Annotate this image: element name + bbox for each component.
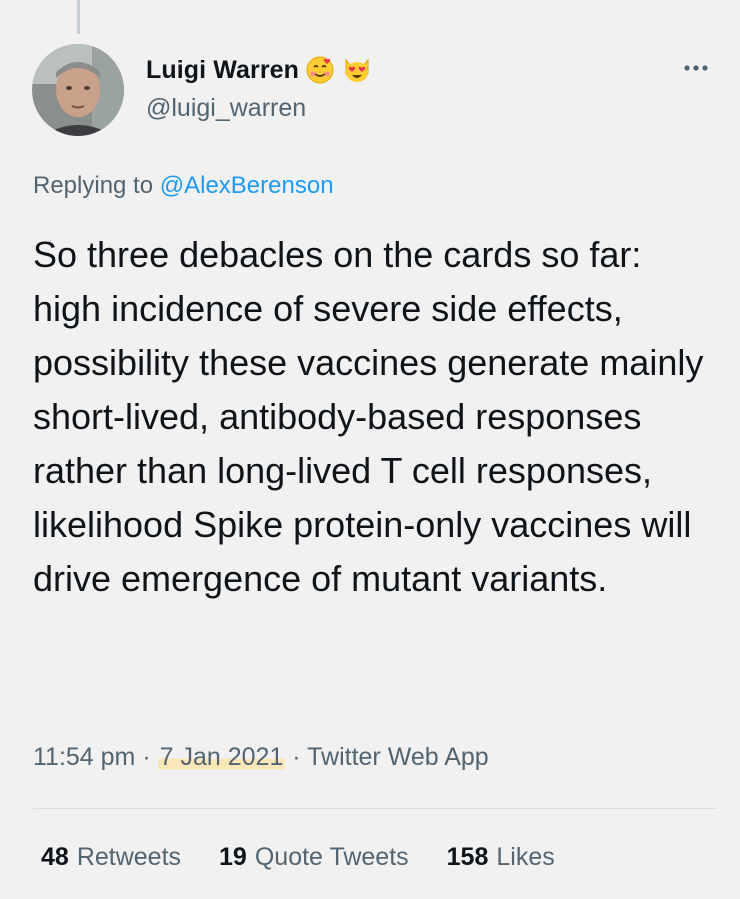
tweet-source[interactable]: Twitter Web App: [307, 743, 489, 771]
quote-tweets-label: Quote Tweets: [254, 843, 409, 871]
tweet-meta: 11:54 pm · 7 Jan 2021 · Twitter Web App: [33, 743, 489, 772]
likes-label: Likes: [496, 843, 555, 871]
smiling-face-with-hearts-icon: [305, 55, 335, 85]
retweets-label: Retweets: [76, 843, 182, 871]
divider: [33, 808, 718, 809]
meta-separator: ·: [292, 743, 301, 771]
replying-to: Replying to @AlexBerenson: [33, 172, 334, 200]
tweet-header: Luigi Warren @luigi_warren: [32, 44, 720, 136]
heart-eyes-cat-icon: [341, 54, 373, 86]
tweet-time[interactable]: 11:54 pm: [33, 743, 135, 771]
quote-tweets-count: 19: [219, 843, 247, 871]
display-name[interactable]: Luigi Warren: [146, 56, 299, 85]
avatar[interactable]: [32, 44, 124, 136]
retweets-count: 48: [41, 843, 69, 871]
more-options-button[interactable]: [676, 56, 716, 80]
engagement-stats: 48 Retweets 19 Quote Tweets 158 Likes: [41, 843, 593, 872]
likes-count: 158: [446, 843, 489, 871]
user-handle[interactable]: @luigi_warren: [146, 94, 306, 123]
ellipsis-icon: [684, 65, 708, 71]
name-row: Luigi Warren: [146, 54, 373, 86]
tweet-date[interactable]: 7 Jan 2021: [157, 743, 286, 771]
thread-connector-line: [77, 0, 80, 34]
likes-stat[interactable]: 158 Likes: [447, 843, 555, 872]
meta-separator: ·: [142, 743, 151, 771]
reply-mention-link[interactable]: @AlexBerenson: [160, 172, 334, 199]
tweet-text: So three debacles on the cards so far: h…: [33, 234, 704, 599]
quote-tweets-stat[interactable]: 19 Quote Tweets: [219, 843, 409, 872]
retweets-stat[interactable]: 48 Retweets: [41, 843, 181, 872]
replying-to-label: Replying to: [33, 172, 154, 199]
